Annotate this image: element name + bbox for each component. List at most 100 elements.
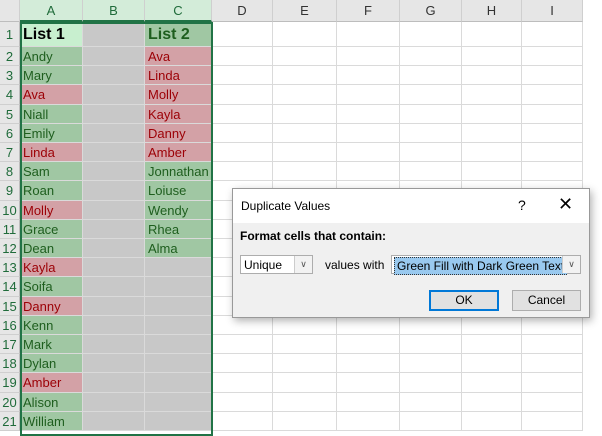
row-header-5[interactable]: 5 xyxy=(0,104,20,124)
cell-e18[interactable] xyxy=(273,354,337,374)
cell-f3[interactable] xyxy=(337,66,400,86)
cell-g5[interactable] xyxy=(400,104,462,124)
cell-f21[interactable] xyxy=(337,411,400,431)
cell-e16[interactable] xyxy=(273,315,337,335)
cell-h20[interactable] xyxy=(462,392,522,412)
cell-b21[interactable] xyxy=(83,411,145,431)
cell-a13[interactable]: Kayla xyxy=(20,258,83,278)
cell-i17[interactable] xyxy=(522,335,583,355)
cell-i18[interactable] xyxy=(522,354,583,374)
cell-a3[interactable]: Mary xyxy=(20,66,83,86)
cell-e8[interactable] xyxy=(273,162,337,182)
close-icon[interactable]: ✕ xyxy=(558,194,573,215)
cell-h8[interactable] xyxy=(462,162,522,182)
cell-d5[interactable] xyxy=(212,104,273,124)
row-header-4[interactable]: 4 xyxy=(0,85,20,105)
row-header-15[interactable]: 15 xyxy=(0,296,20,316)
cell-c4[interactable]: Molly xyxy=(145,85,212,105)
row-header-9[interactable]: 9 xyxy=(0,181,20,201)
column-header-a[interactable]: A xyxy=(20,0,83,22)
cell-b4[interactable] xyxy=(83,85,145,105)
row-header-7[interactable]: 7 xyxy=(0,143,20,163)
cell-c21[interactable] xyxy=(145,411,212,431)
cell-b8[interactable] xyxy=(83,162,145,182)
column-header-g[interactable]: G xyxy=(400,0,462,22)
cell-e20[interactable] xyxy=(273,392,337,412)
cell-b12[interactable] xyxy=(83,239,145,259)
row-header-1[interactable]: 1 xyxy=(0,22,20,47)
cell-d16[interactable] xyxy=(212,315,273,335)
cell-a5[interactable]: Niall xyxy=(20,104,83,124)
cell-h2[interactable] xyxy=(462,47,522,67)
cell-e21[interactable] xyxy=(273,411,337,431)
row-header-19[interactable]: 19 xyxy=(0,373,20,393)
row-header-2[interactable]: 2 xyxy=(0,47,20,67)
cell-b17[interactable] xyxy=(83,335,145,355)
cell-h1[interactable] xyxy=(462,22,522,47)
cell-a19[interactable]: Amber xyxy=(20,373,83,393)
cell-b10[interactable] xyxy=(83,200,145,220)
cell-c11[interactable]: Rhea xyxy=(145,219,212,239)
column-header-i[interactable]: I xyxy=(522,0,583,22)
cell-e3[interactable] xyxy=(273,66,337,86)
cell-a15[interactable]: Danny xyxy=(20,296,83,316)
cell-a2[interactable]: Andy xyxy=(20,47,83,67)
cell-c13[interactable] xyxy=(145,258,212,278)
cell-c8[interactable]: Jonnathan xyxy=(145,162,212,182)
cell-g17[interactable] xyxy=(400,335,462,355)
cell-c18[interactable] xyxy=(145,354,212,374)
cell-c10[interactable]: Wendy xyxy=(145,200,212,220)
cell-c3[interactable]: Linda xyxy=(145,66,212,86)
cell-g7[interactable] xyxy=(400,143,462,163)
row-header-14[interactable]: 14 xyxy=(0,277,20,297)
cell-b14[interactable] xyxy=(83,277,145,297)
type-select[interactable]: Unique ∨ xyxy=(240,255,313,274)
cell-a6[interactable]: Emily xyxy=(20,123,83,143)
column-header-d[interactable]: D xyxy=(212,0,273,22)
cell-c7[interactable]: Amber xyxy=(145,143,212,163)
cell-a7[interactable]: Linda xyxy=(20,143,83,163)
cell-c12[interactable]: Alma xyxy=(145,239,212,259)
cell-a1[interactable]: List 1 xyxy=(20,22,83,47)
row-header-8[interactable]: 8 xyxy=(0,162,20,182)
cell-g8[interactable] xyxy=(400,162,462,182)
cell-f6[interactable] xyxy=(337,123,400,143)
cell-c20[interactable] xyxy=(145,392,212,412)
cell-c17[interactable] xyxy=(145,335,212,355)
cell-b19[interactable] xyxy=(83,373,145,393)
cell-h18[interactable] xyxy=(462,354,522,374)
cell-b11[interactable] xyxy=(83,219,145,239)
format-select[interactable]: Green Fill with Dark Green Text ∨ xyxy=(391,255,581,275)
cell-g2[interactable] xyxy=(400,47,462,67)
cell-b20[interactable] xyxy=(83,392,145,412)
cell-e19[interactable] xyxy=(273,373,337,393)
cell-h6[interactable] xyxy=(462,123,522,143)
cell-f20[interactable] xyxy=(337,392,400,412)
cell-i1[interactable] xyxy=(522,22,583,47)
cell-d6[interactable] xyxy=(212,123,273,143)
row-header-3[interactable]: 3 xyxy=(0,66,20,86)
row-header-20[interactable]: 20 xyxy=(0,392,20,412)
cell-d7[interactable] xyxy=(212,143,273,163)
cell-a16[interactable]: Kenn xyxy=(20,315,83,335)
ok-button[interactable]: OK xyxy=(429,290,499,311)
cell-g4[interactable] xyxy=(400,85,462,105)
cell-f5[interactable] xyxy=(337,104,400,124)
cell-c1[interactable]: List 2 xyxy=(145,22,212,47)
cell-h21[interactable] xyxy=(462,411,522,431)
cell-d1[interactable] xyxy=(212,22,273,47)
cell-f17[interactable] xyxy=(337,335,400,355)
cell-d19[interactable] xyxy=(212,373,273,393)
cell-c14[interactable] xyxy=(145,277,212,297)
cell-f4[interactable] xyxy=(337,85,400,105)
cell-e1[interactable] xyxy=(273,22,337,47)
cell-d4[interactable] xyxy=(212,85,273,105)
cell-f16[interactable] xyxy=(337,315,400,335)
column-header-h[interactable]: H xyxy=(462,0,522,22)
cell-g6[interactable] xyxy=(400,123,462,143)
chevron-down-icon[interactable]: ∨ xyxy=(562,256,580,273)
cell-a4[interactable]: Ava xyxy=(20,85,83,105)
cell-a12[interactable]: Dean xyxy=(20,239,83,259)
cell-g3[interactable] xyxy=(400,66,462,86)
cell-b15[interactable] xyxy=(83,296,145,316)
